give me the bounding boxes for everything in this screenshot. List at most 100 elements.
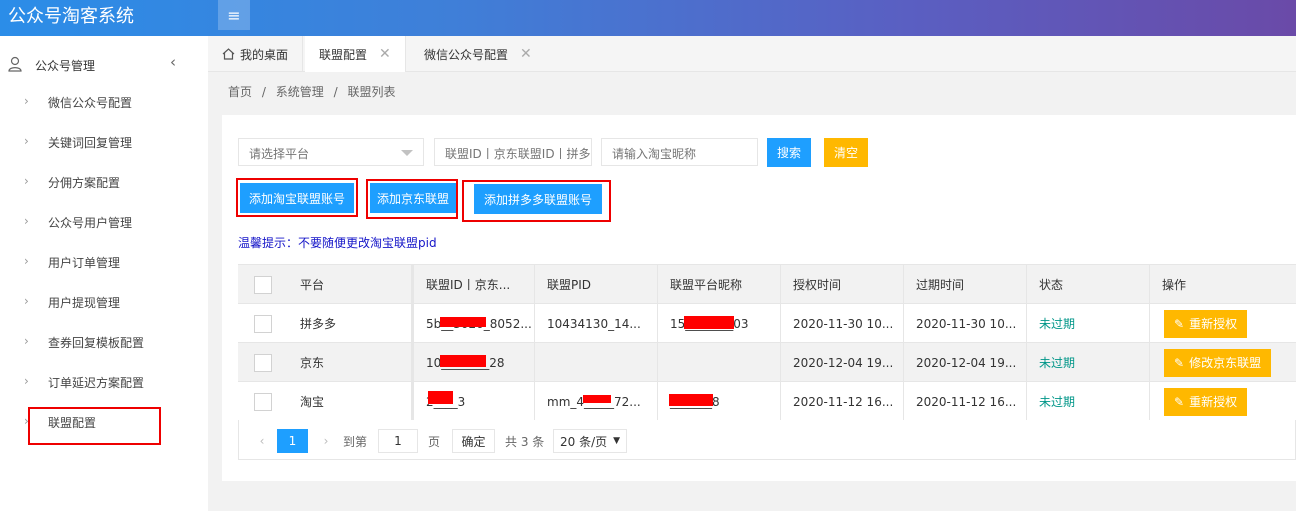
- redaction-mark: [440, 355, 486, 367]
- row-checkbox-cell: [238, 382, 288, 421]
- table-header-row: 平台 联盟ID丨京东... 联盟PID 联盟平台昵称 授权时间 过期时间 状态 …: [238, 265, 1296, 304]
- row-checkbox[interactable]: [254, 314, 272, 333]
- per-page-select[interactable]: 20 条/页 ▼: [553, 429, 627, 453]
- cell-status: 未过期: [1026, 343, 1149, 382]
- sidebar-item-withdraw[interactable]: › 用户提现管理: [0, 290, 208, 314]
- next-page-icon[interactable]: ›: [319, 429, 333, 453]
- platform-select[interactable]: 请选择平台: [238, 138, 424, 166]
- close-icon[interactable]: ✕: [379, 46, 391, 62]
- tab-label: 我的桌面: [240, 47, 289, 62]
- menu-toggle-icon[interactable]: ≡: [218, 0, 250, 30]
- pencil-icon: ✎: [1174, 316, 1185, 331]
- confirm-page-button[interactable]: 确定: [452, 429, 495, 453]
- chevron-right-icon: ›: [24, 334, 29, 348]
- cell-nick: [657, 343, 780, 382]
- clear-button[interactable]: 清空: [824, 138, 868, 167]
- sidebar-item-commission[interactable]: › 分佣方案配置: [0, 170, 208, 194]
- pencil-icon: ✎: [1174, 355, 1185, 370]
- top-header: 公众号淘客系统 ≡: [0, 0, 1296, 36]
- reauthorize-button[interactable]: ✎ 重新授权: [1164, 387, 1248, 416]
- header-status: 状态: [1026, 265, 1149, 304]
- chevron-right-icon: ›: [24, 94, 29, 108]
- cell-platform: 淘宝: [300, 395, 325, 409]
- highlight-box: [462, 180, 611, 222]
- edit-jd-union-button[interactable]: ✎ 修改京东联盟: [1164, 348, 1272, 377]
- header-checkbox-cell: [238, 265, 288, 304]
- goto-label: 到第: [343, 434, 368, 449]
- redaction-mark: [428, 391, 453, 404]
- chevron-left-icon[interactable]: ‹: [170, 53, 176, 71]
- row-checkbox[interactable]: [254, 392, 272, 411]
- header-union-id: 联盟ID丨京东...: [411, 265, 534, 304]
- sidebar-item-coupon-template[interactable]: › 查券回复模板配置: [0, 330, 208, 354]
- prev-page-icon[interactable]: ‹: [255, 429, 269, 453]
- row-checkbox[interactable]: [254, 353, 272, 372]
- chevron-right-icon: ›: [24, 174, 29, 188]
- reauthorize-button[interactable]: ✎ 重新授权: [1164, 309, 1248, 338]
- redaction-mark: [669, 394, 713, 406]
- tab-wechat-config[interactable]: 微信公众号配置 ✕: [410, 36, 546, 72]
- header-pid: 联盟PID: [534, 265, 657, 304]
- row-checkbox-cell: [238, 304, 288, 343]
- redaction-mark: [684, 316, 734, 329]
- reauthorize-label: 重新授权: [1189, 317, 1238, 331]
- pagination: ‹ 1 › 到第 1 页 确定 共 3 条 20 条/页 ▼: [238, 420, 1296, 460]
- per-page-value: 20 条/页: [560, 434, 608, 449]
- edit-jd-union-label: 修改京东联盟: [1189, 356, 1262, 370]
- header-nick: 联盟平台昵称: [657, 265, 780, 304]
- cell-actions: ✎ 重新授权: [1149, 382, 1296, 421]
- chevron-right-icon: ›: [24, 294, 29, 308]
- redaction-mark: [440, 317, 486, 327]
- search-button[interactable]: 搜索: [767, 138, 811, 167]
- cell-auth-time: 2020-12-04 19...: [780, 343, 903, 382]
- breadcrumb-home[interactable]: 首页: [228, 85, 252, 99]
- tab-bar: 我的桌面 联盟配置 ✕ 微信公众号配置 ✕: [208, 36, 1296, 72]
- warning-tip: 温馨提示：不要随便更改淘宝联盟pid: [238, 236, 437, 250]
- goto-page-input[interactable]: 1: [378, 429, 418, 453]
- redaction-mark: [583, 395, 611, 403]
- cell-actions: ✎ 修改京东联盟: [1149, 343, 1296, 382]
- caret-down-icon: [401, 150, 413, 156]
- cell-pid: 10434130_14...: [534, 304, 657, 343]
- cell-expire-time: 2020-11-12 16...: [903, 382, 1026, 421]
- sidebar-item-orders[interactable]: › 用户订单管理: [0, 250, 208, 274]
- tab-label: 微信公众号配置: [424, 47, 509, 62]
- total-count: 共 3 条: [505, 434, 545, 449]
- chevron-right-icon: ›: [24, 254, 29, 268]
- row-checkbox-cell: [238, 343, 288, 382]
- cell-auth-time: 2020-11-30 10...: [780, 304, 903, 343]
- header-auth-time: 授权时间: [780, 265, 903, 304]
- sidebar-group-wechat[interactable]: 公众号管理 ‹: [0, 52, 208, 78]
- union-id-placeholder: 联盟ID丨京东联盟ID丨拼多多ID: [445, 147, 591, 161]
- highlight-box: [366, 179, 458, 219]
- header-actions: 操作: [1149, 265, 1296, 304]
- tab-desktop[interactable]: 我的桌面: [208, 36, 304, 72]
- close-icon[interactable]: ✕: [520, 46, 532, 62]
- sidebar-item-order-delay[interactable]: › 订单延迟方案配置: [0, 370, 208, 394]
- platform-select-placeholder: 请选择平台: [249, 147, 310, 161]
- sidebar-item-wechat-config[interactable]: › 微信公众号配置: [0, 90, 208, 114]
- tab-union-config[interactable]: 联盟配置 ✕: [305, 36, 406, 72]
- chevron-right-icon: ›: [24, 134, 29, 148]
- breadcrumb-separator: /: [333, 85, 338, 99]
- select-all-checkbox[interactable]: [254, 275, 272, 294]
- cell-actions: ✎ 重新授权: [1149, 304, 1296, 343]
- chevron-right-icon: ›: [24, 374, 29, 388]
- table-row: 京东 10________28 2020-12-04 19... 2020-12…: [238, 343, 1296, 382]
- sidebar-group-label: 公众号管理: [35, 59, 96, 73]
- sidebar-item-users[interactable]: › 公众号用户管理: [0, 210, 208, 234]
- cell-expire-time: 2020-12-04 19...: [903, 343, 1026, 382]
- page-unit-label: 页: [428, 434, 441, 449]
- taobao-nick-placeholder: 请输入淘宝昵称: [612, 147, 697, 161]
- page-1-button[interactable]: 1: [277, 429, 308, 453]
- cell-pid: [534, 343, 657, 382]
- cell-status: 未过期: [1026, 382, 1149, 421]
- pencil-icon: ✎: [1174, 394, 1185, 409]
- user-icon: [8, 56, 22, 72]
- taobao-nick-input[interactable]: 请输入淘宝昵称: [601, 138, 758, 166]
- breadcrumb-system[interactable]: 系统管理: [276, 85, 324, 99]
- highlight-box: [236, 178, 358, 217]
- union-id-input[interactable]: 联盟ID丨京东联盟ID丨拼多多ID: [434, 138, 592, 166]
- sidebar-item-keyword-reply[interactable]: › 关键词回复管理: [0, 130, 208, 154]
- breadcrumb: 首页 / 系统管理 / 联盟列表: [228, 83, 401, 100]
